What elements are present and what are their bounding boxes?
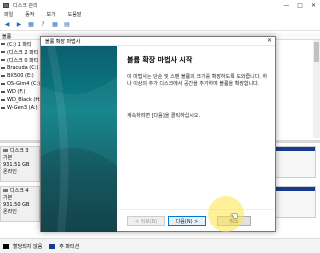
primary-legend-swatch — [49, 243, 56, 249]
wizard-heading: 볼륨 확장 마법사 시작 — [127, 56, 193, 64]
volume-icon — [1, 59, 5, 61]
help-icon[interactable]: ? — [39, 21, 47, 29]
minimize-button[interactable]: — — [283, 2, 289, 9]
maximize-button[interactable]: □ — [297, 2, 303, 9]
close-button[interactable]: ✕ — [311, 2, 316, 9]
forward-arrow-icon[interactable]: ▶ — [15, 21, 23, 29]
disk-3-info[interactable]: 디스크 3 기본 931.51 GB 온라인 — [0, 146, 40, 182]
wizard-content: 볼륨 확장 마법사 시작 이 마법사는 단순 및 스팬 볼륨의 크기를 확장하도… — [117, 46, 275, 232]
window-controls: — □ ✕ — [283, 0, 316, 10]
disk-management-icon — [3, 2, 9, 8]
volume-icon — [1, 67, 5, 69]
volume-icon — [1, 91, 5, 93]
disk-icon — [3, 149, 8, 152]
wizard-next-hint: 계속하려면 [다음]을 클릭하십시오. — [127, 113, 201, 119]
wizard-title-bar: 볼륨 확장 마법사 ✕ — [41, 37, 275, 46]
next-button[interactable]: 다음(N) > — [168, 216, 206, 226]
scrollbar-thumb[interactable] — [314, 42, 319, 62]
disk-4-info[interactable]: 디스크 4 기본 931.50 GB 온라인 — [0, 186, 40, 222]
menu-help[interactable]: 도움말 — [68, 11, 82, 18]
properties-icon[interactable]: ▤ — [63, 21, 71, 29]
legend-primary: 주 파티션 — [59, 243, 80, 250]
title-bar: 디스크 관리 — □ ✕ — [0, 0, 320, 10]
back-button[interactable]: < 뒤로(B) — [127, 216, 165, 226]
mouse-pointer-icon: ☚ — [230, 212, 239, 222]
wizard-title: 볼륨 확장 마법사 — [45, 38, 81, 45]
grid-icon[interactable]: ▦ — [51, 21, 59, 29]
toolbar: ◀ ▶ ▦ ? ▦ ▤ — [0, 19, 320, 31]
volume-icon — [1, 43, 5, 45]
legend-unallocated: 할당되지 않음 — [13, 243, 43, 250]
volume-icon — [1, 99, 5, 101]
window-title: 디스크 관리 — [13, 2, 38, 9]
menu-bar: 파일 동작 보기 도움말 — [0, 10, 320, 19]
back-arrow-icon[interactable]: ◀ — [3, 21, 11, 29]
wizard-close-button[interactable]: ✕ — [267, 37, 272, 44]
wizard-side-banner — [41, 46, 117, 232]
menu-action[interactable]: 동작 — [25, 11, 34, 18]
menu-view[interactable]: 보기 — [46, 11, 55, 18]
wizard-description: 이 마법사는 단순 및 스팬 볼륨의 크기를 확장하도록 도와줍니다. 하나 이… — [127, 74, 268, 87]
volume-icon — [1, 51, 5, 53]
grid-icon[interactable]: ▦ — [27, 21, 35, 29]
menu-file[interactable]: 파일 — [4, 11, 13, 18]
unallocated-legend-swatch — [3, 243, 9, 249]
click-highlight — [208, 196, 244, 232]
wizard-button-row: < 뒤로(B) 다음(N) > 취소 — [117, 209, 275, 229]
status-bar: 할당되지 않음 주 파티션 — [0, 238, 320, 253]
volume-icon — [1, 107, 5, 109]
wizard-banner-graphic — [41, 46, 117, 232]
scrollbar[interactable] — [313, 40, 320, 138]
disk-icon — [3, 189, 8, 192]
volume-icon — [1, 75, 5, 77]
volume-icon — [1, 83, 5, 85]
